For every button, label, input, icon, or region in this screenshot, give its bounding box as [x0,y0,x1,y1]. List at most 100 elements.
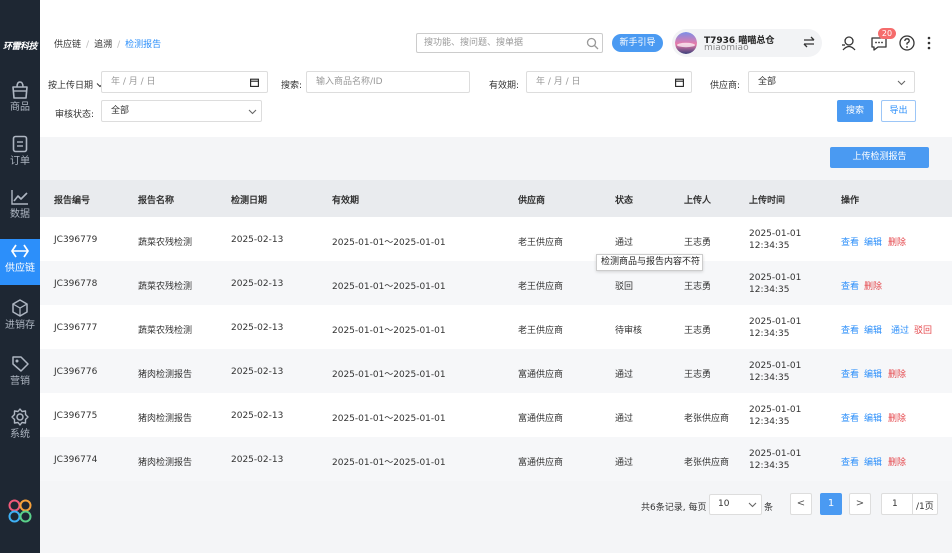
search-button[interactable]: 搜索 [837,100,873,122]
status: 驳回 [615,282,634,292]
sidebar-item-label: 数据 [10,209,30,220]
view-link[interactable]: 查看 [841,323,859,336]
view-link[interactable]: 查看 [841,279,859,292]
view-link[interactable]: 查看 [841,455,859,468]
chart-icon [11,190,28,205]
column-header: 状态 [615,196,634,206]
sidebar-item-supply-chain[interactable]: 供应链 [0,239,45,285]
edit-link[interactable]: 编辑 [864,323,882,336]
table-row: JC396775 猪肉检测报告 2025-02-13 2025-01-01～20… [40,393,952,437]
next-page-button[interactable]: > [849,493,871,515]
table-row: JC396776 猪肉检测报告 2025-02-13 2025-01-01～20… [40,349,952,393]
report-name: 蔬菜农残检测 [138,282,193,292]
apps-icon[interactable] [7,498,33,524]
delete-link[interactable]: 删除 [888,411,906,424]
tag-icon [12,356,29,372]
breadcrumb-item[interactable]: 追溯 [94,40,112,50]
sidebar-item-orders[interactable]: 订单 [0,132,40,178]
supplier: 老王供应商 [518,238,564,248]
edit-link[interactable]: 编辑 [864,235,882,248]
edit-link[interactable]: 编辑 [864,455,882,468]
view-link[interactable]: 查看 [841,367,859,380]
view-link[interactable]: 查看 [841,235,859,248]
chevron-down-icon [248,109,257,115]
inventory-icon [12,299,28,317]
page-number-current[interactable]: 1 [820,493,842,515]
validity-date-placeholder: 年 / 月 / 日 [536,77,581,87]
edit-link[interactable]: 编辑 [864,411,882,424]
total-pages: /1页 [916,502,934,512]
upload-time: 2025-01-01 12:34:35 [749,229,802,251]
page-size-select[interactable]: 10 [709,494,762,515]
uploader: 老张供应商 [684,458,730,468]
service-icon[interactable] [840,34,858,52]
delete-link[interactable]: 删除 [888,367,906,380]
column-header: 报告名称 [138,196,175,206]
reject-link[interactable]: 驳回 [914,323,932,336]
report-id: JC396778 [54,279,98,289]
report-name: 猪肉检测报告 [138,370,193,380]
search-icon[interactable] [586,37,599,50]
sidebar-item-label: 商品 [10,102,30,113]
breadcrumb: 供应链 / 追溯 / 检测报告 [54,40,162,50]
reject-reason-tooltip: 检测商品与报告内容不符 [596,254,703,271]
audit-status-select[interactable]: 全部 [101,100,262,122]
validity-period: 2025-01-01～2025-01-01 [332,282,446,292]
sidebar-item-label: 供应链 [5,263,35,274]
calendar-icon[interactable] [250,78,259,87]
breadcrumb-current: 检测报告 [125,40,162,50]
validity-date-input[interactable]: 年 / 月 / 日 [526,71,692,93]
upload-date-input[interactable]: 年 / 月 / 日 [101,71,268,93]
date-type-select[interactable]: 按上传日期 [48,78,104,91]
report-id: JC396779 [54,235,98,245]
export-button[interactable]: 导出 [881,100,916,122]
edit-link[interactable]: 编辑 [864,367,882,380]
test-date: 2025-02-13 [231,455,284,465]
delete-link[interactable]: 删除 [888,235,906,248]
delete-link[interactable]: 删除 [888,455,906,468]
help-icon[interactable] [898,34,916,52]
report-name: 猪肉检测报告 [138,414,193,424]
sidebar-item-data[interactable]: 数据 [0,185,40,231]
search-label: 搜索: [281,81,303,91]
validity-period: 2025-01-01～2025-01-01 [332,326,446,336]
supplier-select[interactable]: 全部 [748,71,915,93]
upload-report-button[interactable]: 上传检测报告 [830,147,929,168]
test-date: 2025-02-13 [231,235,284,245]
sidebar-item-label: 进销存 [5,320,35,331]
global-search[interactable] [416,33,603,53]
store-switcher[interactable]: T7936 喵喵总仓 miaomiao [672,29,822,57]
status: 待审核 [615,326,643,336]
approve-link[interactable]: 通过 [891,323,909,336]
breadcrumb-item[interactable]: 供应链 [54,40,81,50]
column-header: 报告编号 [54,196,91,206]
view-link[interactable]: 查看 [841,411,859,424]
calendar-icon[interactable] [675,78,684,87]
test-date: 2025-02-13 [231,367,284,377]
global-search-input[interactable] [417,34,582,52]
validity-period: 2025-01-01～2025-01-01 [332,370,446,380]
more-icon[interactable] [920,34,938,52]
sidebar-item-marketing[interactable]: 营销 [0,352,40,398]
supplier-value: 全部 [758,77,777,87]
goto-page[interactable]: 1 /1页 [881,493,938,515]
bag-icon [12,81,28,99]
sidebar-item-products[interactable]: 商品 [0,78,40,124]
uploader: 王志勇 [684,370,712,380]
goto-page-input[interactable]: 1 [892,499,898,509]
sidebar-item-system[interactable]: 系统 [0,405,40,451]
prev-page-button[interactable]: < [790,493,812,515]
uploader: 王志勇 [684,238,712,248]
report-id: JC396774 [54,455,98,465]
delete-link[interactable]: 删除 [864,279,882,292]
sidebar-item-label: 订单 [10,156,30,167]
order-icon [12,135,28,153]
guide-button[interactable]: 新手引导 [612,34,663,52]
report-name: 蔬菜农残检测 [138,238,193,248]
uploader: 王志勇 [684,326,712,336]
switch-icon[interactable] [802,35,816,49]
column-header: 上传时间 [749,196,786,206]
sidebar-item-inventory[interactable]: 进销存 [0,296,40,342]
product-search-input[interactable]: 输入商品名称/ID [306,71,470,93]
upload-date-placeholder: 年 / 月 / 日 [111,77,156,87]
